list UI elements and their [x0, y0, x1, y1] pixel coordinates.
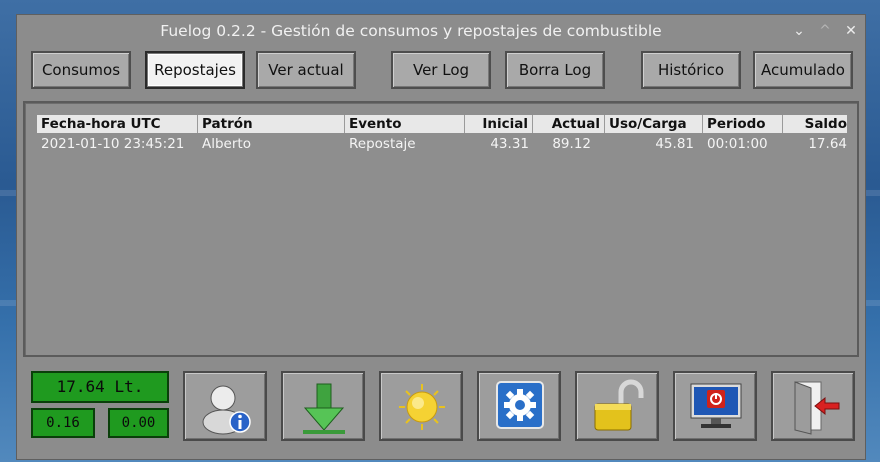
settings-gear-icon [496, 381, 544, 429]
table-cell: 17.64 [808, 136, 847, 152]
user-info-icon [202, 385, 251, 435]
table-row[interactable]: 2021-01-10 23:45:21 Alberto Repostaje 43… [37, 135, 847, 153]
exit-button[interactable] [771, 371, 855, 441]
close-button[interactable]: ✕ [843, 15, 859, 47]
column-header[interactable]: Periodo [703, 115, 783, 133]
maximize-button[interactable]: ^ [817, 15, 833, 47]
table-cell: 89.12 [552, 136, 591, 152]
left-value-display: 0.16 [31, 408, 95, 438]
column-header[interactable]: Fecha-hora UTC [37, 115, 198, 133]
download-arrow-icon [303, 383, 345, 434]
table-header: Fecha-hora UTC Patrón Evento Inicial Act… [37, 115, 847, 133]
repostajes-button[interactable]: Repostajes [145, 51, 245, 89]
table-cell: Repostaje [349, 136, 416, 152]
table-cell: Alberto [202, 136, 251, 152]
shutdown-button[interactable] [673, 371, 757, 441]
column-header[interactable]: Saldo [783, 115, 851, 133]
ver-log-button[interactable]: Ver Log [391, 51, 491, 89]
exit-door-icon [794, 381, 840, 435]
table-cell: 45.81 [655, 136, 694, 152]
title-bar: Fuelog 0.2.2 - Gestión de consumos y rep… [17, 15, 865, 47]
download-button[interactable] [281, 371, 365, 441]
column-header[interactable]: Patrón [198, 115, 345, 133]
padlock-open-icon [594, 379, 644, 431]
right-value-display: 0.00 [108, 408, 169, 438]
sun-icon [399, 384, 445, 430]
bottom-bar: 17.64 Lt. 0.16 0.00 [23, 363, 859, 449]
column-header[interactable]: Actual [533, 115, 605, 133]
settings-button[interactable] [477, 371, 561, 441]
minimize-button[interactable]: ⌄ [791, 15, 807, 47]
day-mode-button[interactable] [379, 371, 463, 441]
table-cell: 43.31 [490, 136, 529, 152]
column-header[interactable]: Inicial [465, 115, 533, 133]
records-table[interactable]: Fecha-hora UTC Patrón Evento Inicial Act… [23, 101, 859, 357]
app-window: Fuelog 0.2.2 - Gestión de consumos y rep… [16, 14, 866, 460]
table-cell: 00:01:00 [707, 136, 768, 152]
fuel-level-display: 17.64 Lt. [31, 371, 169, 403]
column-header[interactable]: Uso/Carga [605, 115, 703, 133]
acumulado-button[interactable]: Acumulado [753, 51, 853, 89]
user-info-button[interactable] [183, 371, 267, 441]
table-cell: 2021-01-10 23:45:21 [41, 136, 185, 152]
consumos-button[interactable]: Consumos [31, 51, 131, 89]
monitor-power-icon [690, 383, 742, 428]
ver-actual-button[interactable]: Ver actual [256, 51, 356, 89]
window-title: Fuelog 0.2.2 - Gestión de consumos y rep… [160, 22, 662, 40]
borra-log-button[interactable]: Borra Log [505, 51, 605, 89]
historico-button[interactable]: Histórico [641, 51, 741, 89]
column-header[interactable]: Evento [345, 115, 465, 133]
unlock-button[interactable] [575, 371, 659, 441]
